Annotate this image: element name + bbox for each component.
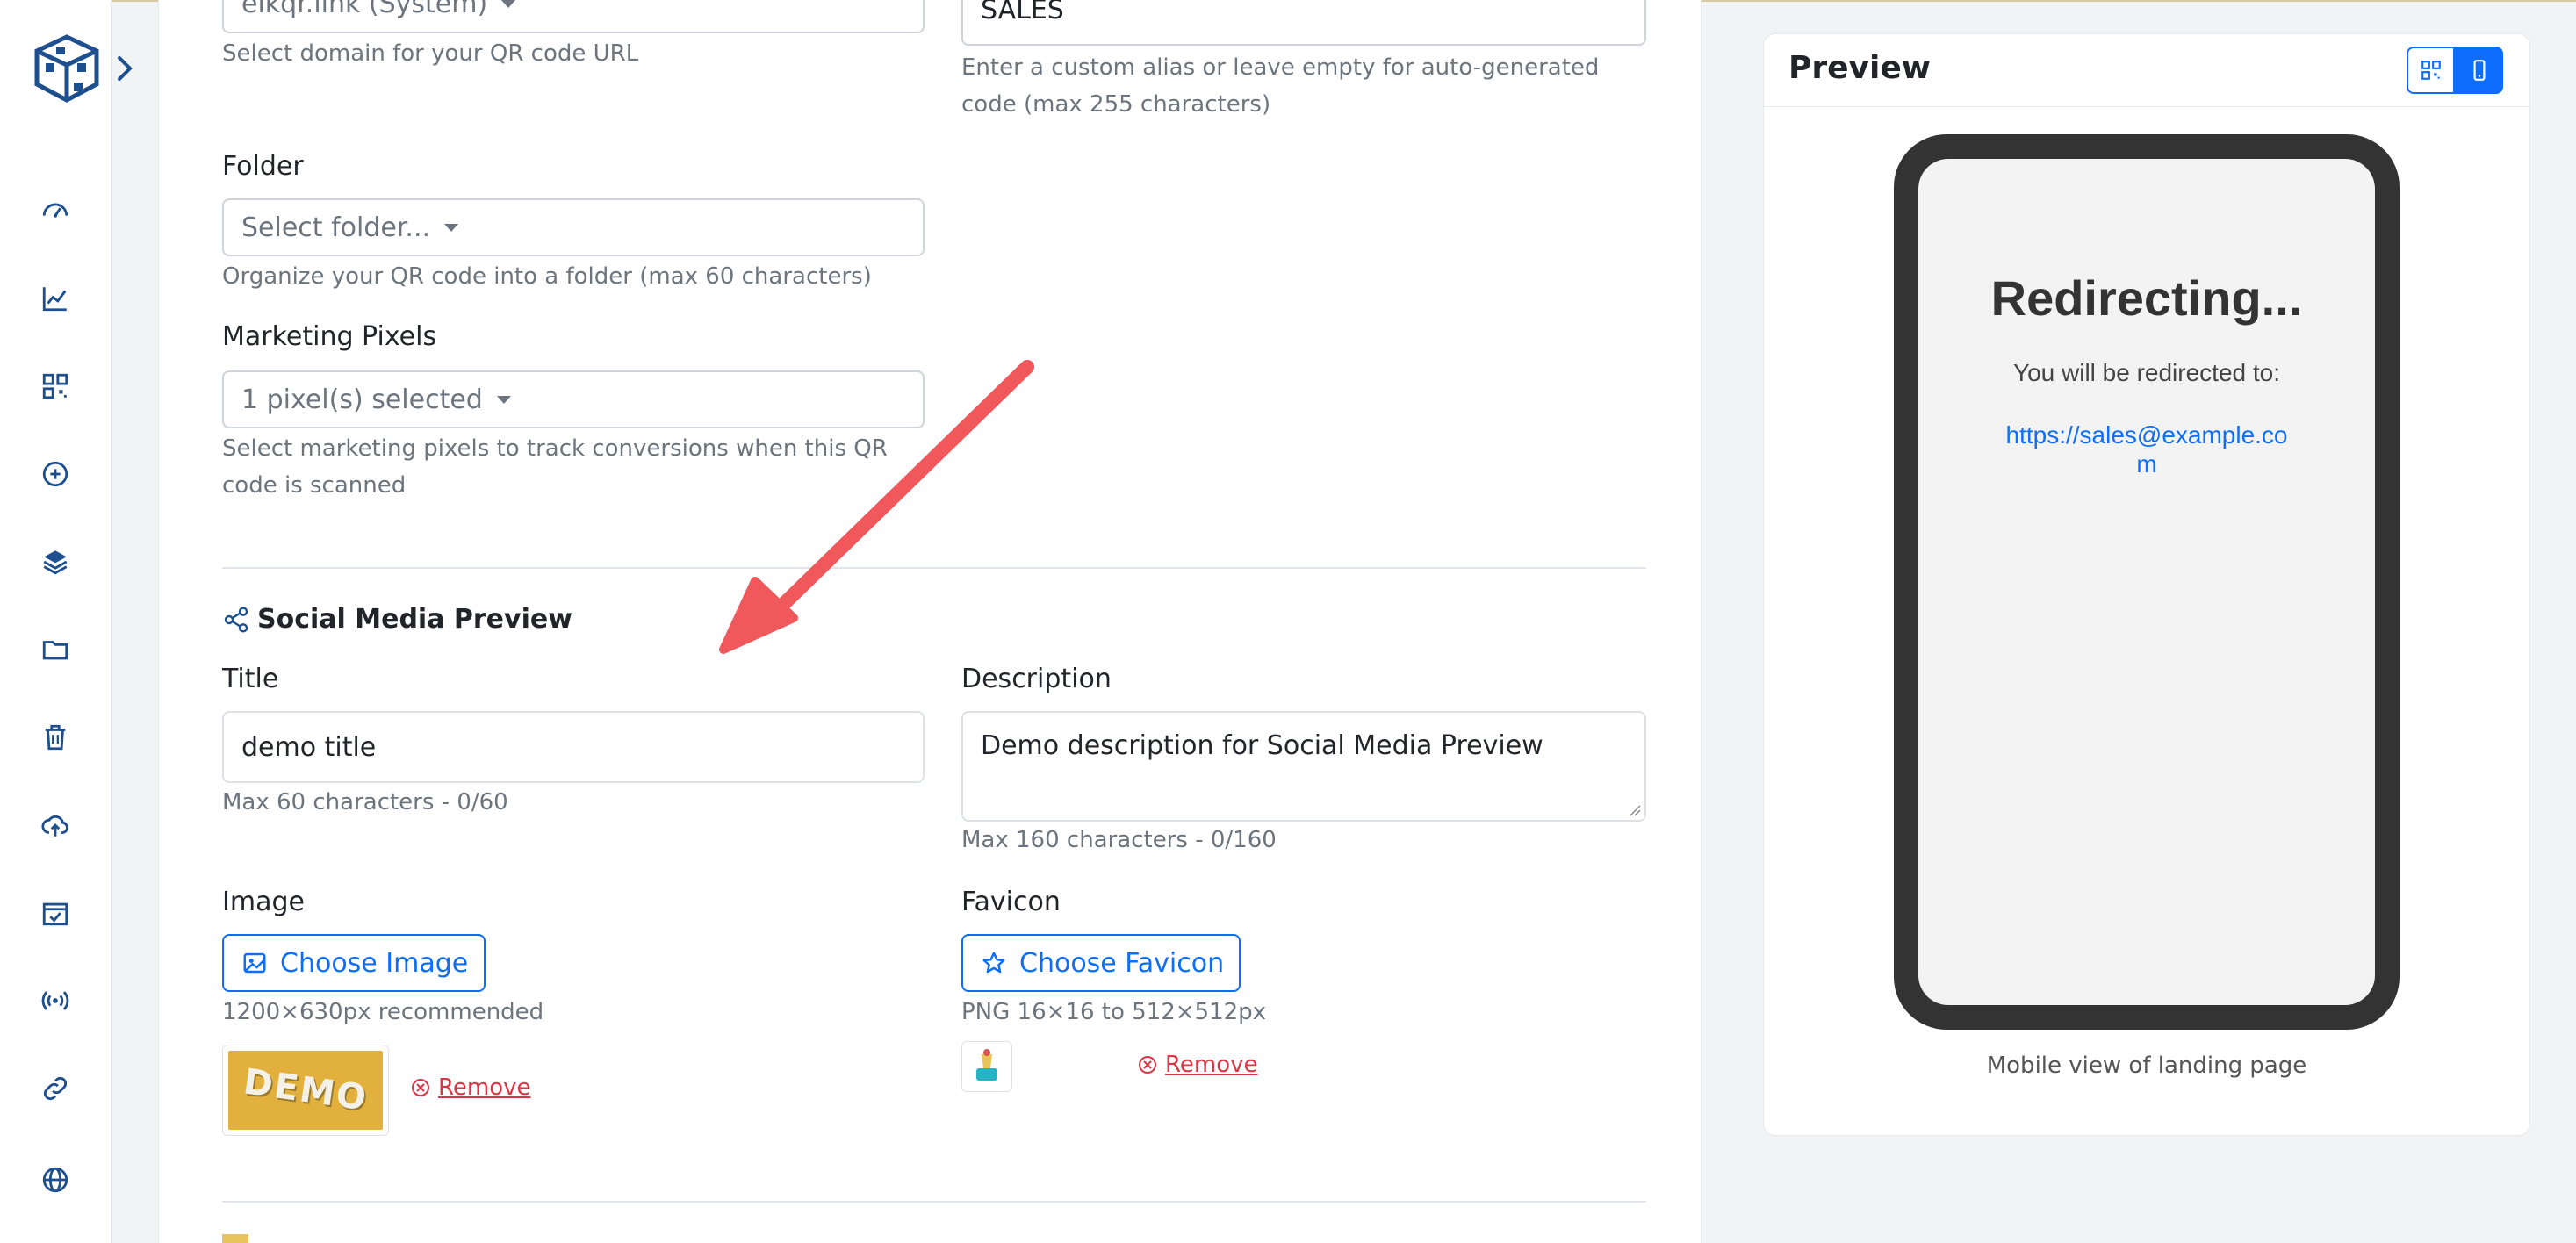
- social-desc-label: Description: [961, 664, 1112, 694]
- calendar-check-icon: [42, 902, 68, 926]
- mobile-view-caption: Mobile view of landing page: [1986, 1053, 2307, 1079]
- sidebar-item-folders[interactable]: [0, 606, 111, 693]
- social-title-input[interactable]: demo title: [222, 711, 925, 783]
- sidebar-item-create[interactable]: [0, 430, 111, 518]
- remove-image-link[interactable]: Remove: [410, 1074, 531, 1101]
- sidebar-item-layers[interactable]: [0, 518, 111, 606]
- chevron-right-icon[interactable]: [112, 53, 137, 84]
- redirect-url-link[interactable]: https://sales@example.com: [1997, 420, 2296, 478]
- qr-code-icon: [2421, 61, 2441, 80]
- domain-select-value: elkqr.link (System): [241, 0, 488, 19]
- alias-input-value: SALES: [981, 0, 1064, 25]
- phone-screen: Redirecting... You will be redirected to…: [1918, 159, 2375, 1005]
- preview-card: Preview Redirecting... You will be redir…: [1763, 33, 2530, 1136]
- image-help: 1200×630px recommended: [222, 999, 544, 1025]
- cloud-upload-icon: [41, 815, 68, 837]
- sidebar-item-broadcast[interactable]: [0, 957, 111, 1045]
- trash-icon: [45, 724, 66, 751]
- image-label: Image: [222, 887, 305, 917]
- pixels-select-value: 1 pixel(s) selected: [241, 384, 483, 415]
- choose-image-label: Choose Image: [280, 947, 469, 979]
- social-title-help: Max 60 characters - 0/60: [222, 789, 508, 815]
- folder-icon: [42, 641, 68, 660]
- preview-title: Preview: [1788, 50, 1932, 86]
- alias-help: Enter a custom alias or leave empty for …: [961, 54, 1600, 118]
- pixels-label: Marketing Pixels: [222, 321, 437, 352]
- share-icon: [224, 606, 248, 633]
- social-desc-textarea[interactable]: Demo description for Social Media Previe…: [961, 711, 1646, 822]
- folder-label: Folder: [222, 151, 304, 182]
- choose-favicon-button[interactable]: Choose Favicon: [961, 934, 1241, 992]
- resize-handle-icon[interactable]: [1627, 802, 1641, 816]
- social-section-heading: Social Media Preview: [222, 604, 572, 635]
- annotation-arrow-icon: [719, 360, 1034, 654]
- domain-select[interactable]: elkqr.link (System): [222, 0, 925, 33]
- remove-favicon-label: Remove: [1165, 1052, 1258, 1078]
- link-icon: [43, 1076, 68, 1101]
- sidebar-item-schedule[interactable]: [0, 869, 111, 957]
- social-desc-value: Demo description for Social Media Previe…: [981, 730, 1543, 761]
- redirect-title: Redirecting...: [1990, 270, 2303, 326]
- dashboard-icon: [42, 203, 68, 218]
- mobile-phone-icon: [2473, 60, 2485, 81]
- social-title-label: Title: [222, 664, 279, 694]
- remove-image-label: Remove: [438, 1074, 531, 1101]
- alias-input[interactable]: SALES: [961, 0, 1646, 46]
- close-circle-icon: [412, 1079, 429, 1096]
- chevron-down-icon: [496, 395, 511, 404]
- add-circle-icon: [42, 461, 68, 487]
- favicon-help: PNG 16×16 to 512×512px: [961, 999, 1267, 1025]
- star-icon: [982, 952, 1005, 974]
- qr-cube-logo-icon[interactable]: [30, 32, 104, 105]
- image-thumbnail: DEMO: [222, 1045, 389, 1136]
- favicon-label: Favicon: [961, 887, 1061, 917]
- qr-view-button[interactable]: [2407, 47, 2455, 94]
- analytics-icon: [42, 287, 67, 312]
- folder-select[interactable]: Select folder...: [222, 198, 925, 256]
- folder-help: Organize your QR code into a folder (max…: [222, 263, 872, 290]
- section-divider: [222, 1201, 1646, 1203]
- choose-image-button[interactable]: Choose Image: [222, 934, 486, 992]
- choose-favicon-label: Choose Favicon: [1019, 947, 1225, 979]
- favicon-thumbnail: [961, 1041, 1012, 1092]
- globe-icon: [42, 1167, 68, 1193]
- chevron-down-icon: [501, 0, 516, 8]
- qr-code-icon: [42, 373, 68, 399]
- layers-icon: [43, 550, 68, 575]
- phone-frame: Redirecting... You will be redirected to…: [1894, 134, 2400, 1030]
- preview-mode-toggle: [2407, 47, 2503, 94]
- mobile-view-button[interactable]: [2455, 47, 2503, 94]
- sidebar-item-links[interactable]: [0, 1045, 111, 1132]
- social-heading-text: Social Media Preview: [257, 604, 572, 635]
- remove-favicon-link[interactable]: Remove: [1137, 1052, 1258, 1078]
- sidebar-item-trash[interactable]: [0, 693, 111, 781]
- sidebar-item-analytics[interactable]: [0, 255, 111, 342]
- sidebar-item-upload[interactable]: [0, 781, 111, 869]
- folder-select-value: Select folder...: [241, 212, 431, 243]
- sidebar-item-dashboard[interactable]: [0, 167, 111, 255]
- close-circle-icon: [1139, 1056, 1156, 1074]
- sidebar: [0, 0, 133, 1243]
- broadcast-icon: [41, 991, 69, 1010]
- next-section-icon: [222, 1234, 248, 1243]
- social-title-value: demo title: [241, 731, 377, 763]
- chevron-down-icon: [444, 223, 459, 232]
- redirect-subtitle: You will be redirected to:: [2012, 359, 2281, 386]
- domain-help: Select domain for your QR code URL: [222, 40, 639, 67]
- image-thumbnail-text: DEMO: [241, 1061, 371, 1119]
- image-icon: [243, 952, 266, 974]
- preview-header: Preview: [1764, 34, 2529, 107]
- social-desc-help: Max 160 characters - 0/160: [961, 827, 1277, 853]
- sidebar-item-domains[interactable]: [0, 1136, 111, 1224]
- sidebar-item-qr-codes[interactable]: [0, 342, 111, 430]
